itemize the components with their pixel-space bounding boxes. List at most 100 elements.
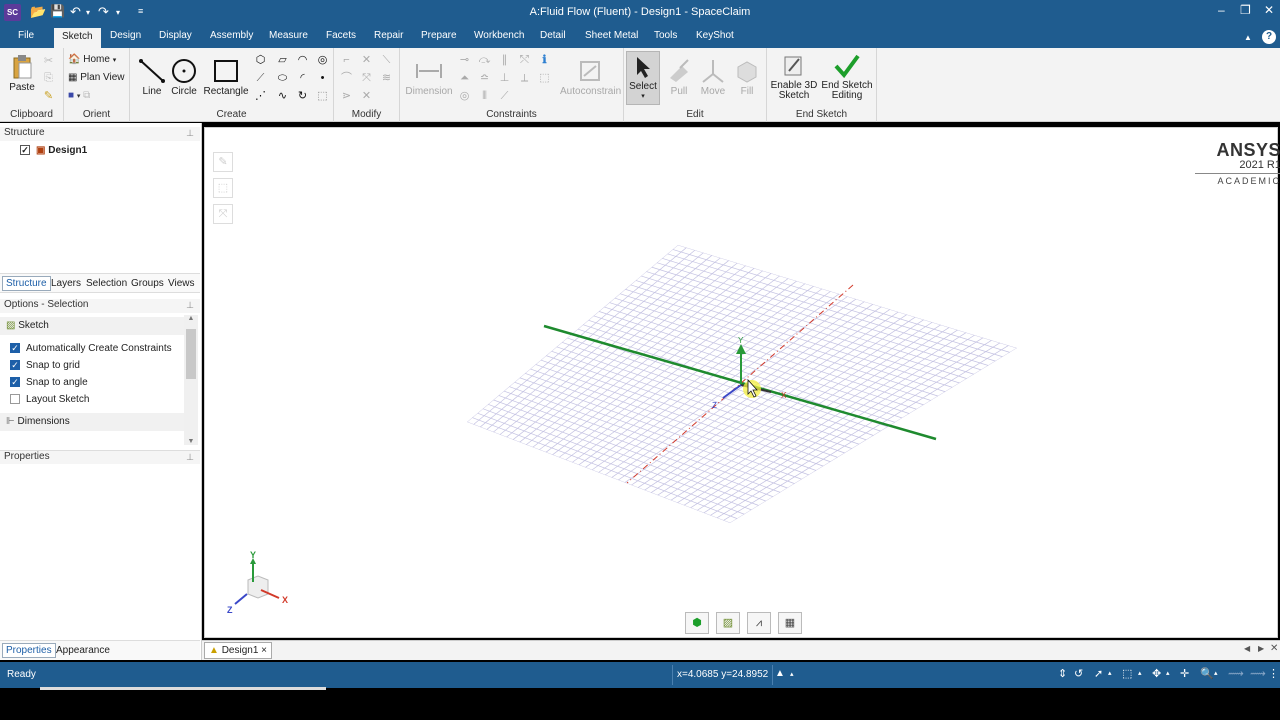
more-tools-icon[interactable]: ⋮ <box>1268 667 1279 680</box>
create-corner-icon[interactable]: ⌐ <box>340 54 353 67</box>
solid-view-icon[interactable]: ⬢ <box>685 612 709 634</box>
select-mode-icon[interactable]: ➚ <box>1094 667 1103 680</box>
split-curve-icon[interactable]: ⟍ <box>380 54 393 67</box>
next-view-icon[interactable]: ⟿ <box>1250 667 1266 680</box>
coincident-constraint-icon[interactable]: ⤲ <box>518 54 531 67</box>
dimension-button[interactable]: Dimension <box>404 58 454 97</box>
constraint-info-icon[interactable]: ℹ <box>538 54 551 67</box>
checkbox-checked[interactable]: ✓ <box>10 343 20 354</box>
tab-appearance[interactable]: Appearance <box>56 645 110 656</box>
selection-filter-icon[interactable]: ▲ <box>775 668 785 679</box>
option-auto-constraints[interactable]: ✓ Automatically Create Constraints <box>10 343 172 354</box>
point-icon[interactable]: • <box>316 72 329 85</box>
tab-selection[interactable]: Selection <box>86 278 127 289</box>
offset-curve-icon[interactable]: ≋ <box>380 72 393 85</box>
vertical-constraint-icon[interactable]: ⊥ <box>498 72 511 85</box>
sketch-canvas[interactable]: Y X Z <box>205 128 1279 639</box>
tab-display[interactable]: Display <box>159 30 192 41</box>
tab-properties[interactable]: Properties <box>2 643 56 658</box>
help-icon[interactable]: ? <box>1262 30 1276 44</box>
equal-constraint-icon[interactable]: ≏ <box>478 72 491 85</box>
project-icon[interactable]: ⋗ <box>340 90 353 103</box>
sketch-tool-icon[interactable]: ✎ <box>213 152 233 172</box>
concentric-constraint-icon[interactable]: ◎ <box>458 90 471 103</box>
tab-tools[interactable]: Tools <box>654 30 677 41</box>
line-button[interactable]: Line <box>134 58 170 97</box>
view-dropdown-icon[interactable]: ▾ <box>77 93 81 100</box>
tab-file[interactable]: File <box>18 30 34 41</box>
video-progress-bar[interactable] <box>40 687 326 690</box>
rectangle-button[interactable]: Rectangle <box>202 58 250 97</box>
fill-button[interactable]: Fill <box>732 58 762 97</box>
checkbox-checked[interactable]: ✓ <box>10 360 20 371</box>
select-button[interactable]: Select ▾ <box>626 51 660 105</box>
tangent-line-icon[interactable]: ⟋ <box>254 72 267 85</box>
close-button[interactable]: ✕ <box>1264 3 1274 17</box>
view-cube-button[interactable]: ■ ▾ ⧉ <box>68 90 90 101</box>
circle-button[interactable]: Circle <box>170 58 198 97</box>
tab-facets[interactable]: Facets <box>326 30 356 41</box>
3d-mode-icon[interactable]: ▦ <box>778 612 802 634</box>
pull-button[interactable]: Pull <box>664 58 694 97</box>
pin-icon[interactable]: ⊥ <box>186 300 194 311</box>
spin-icon[interactable]: ⇕ <box>1058 667 1067 680</box>
end-sketch-editing-button[interactable]: End Sketch Editing <box>821 53 873 101</box>
tab-design[interactable]: Design <box>110 30 141 41</box>
face-curve-icon[interactable]: ⬚ <box>316 90 329 103</box>
checkbox-unchecked[interactable] <box>10 394 20 405</box>
scroll-thumb[interactable] <box>186 329 196 379</box>
tab-structure[interactable]: Structure <box>2 276 51 291</box>
horizontal-constraint-icon[interactable]: ⊸ <box>458 54 471 67</box>
tab-keyshot[interactable]: KeyShot <box>696 30 734 41</box>
pin-icon[interactable]: ⊥ <box>186 452 194 463</box>
autoconstrain-button[interactable]: Autoconstrain <box>560 58 621 97</box>
option-snap-to-grid[interactable]: ✓ Snap to grid <box>10 360 80 371</box>
tab-views[interactable]: Views <box>168 278 195 289</box>
tab-layers[interactable]: Layers <box>51 278 81 289</box>
restore-button[interactable]: ❐ <box>1240 3 1251 17</box>
doc-tab-close-icon[interactable]: × <box>261 645 267 656</box>
tangent-arc-icon[interactable]: ◠ <box>296 54 309 67</box>
tree-item-checkbox[interactable]: ✓ <box>20 145 30 156</box>
symmetric-constraint-icon[interactable]: ⬚ <box>538 72 551 85</box>
options-scrollbar[interactable]: ▲ ▼ <box>184 315 198 445</box>
pan-icon[interactable]: ✛ <box>1180 667 1189 680</box>
tab-workbench[interactable]: Workbench <box>474 30 524 41</box>
sketch-mode-icon[interactable]: ▨ <box>716 612 740 634</box>
box-select-dropdown-icon[interactable]: ▴ <box>1138 669 1142 677</box>
graphics-viewport[interactable]: Y X Z ✎ ⬚ ⤧ ANSYS 2021 R1 ACADEMIC Y X Z… <box>204 127 1280 639</box>
tab-assembly[interactable]: Assembly <box>210 30 253 41</box>
select-new-plane-icon[interactable]: ⬚ <box>213 178 233 198</box>
parallel-constraint-icon[interactable]: ∥ <box>498 54 511 67</box>
tab-prepare[interactable]: Prepare <box>421 30 457 41</box>
collapse-ribbon-icon[interactable]: ▲ <box>1244 33 1252 42</box>
move-grid-icon[interactable]: ⤧ <box>213 204 233 224</box>
format-painter-icon[interactable]: ✎ <box>42 90 55 103</box>
previous-view-icon[interactable]: ⟿ <box>1228 667 1244 680</box>
option-snap-to-angle[interactable]: ✓ Snap to angle <box>10 377 88 388</box>
paste-button[interactable]: Paste <box>6 54 38 93</box>
polygon-icon[interactable]: ⬡ <box>254 54 267 67</box>
dimensions-section[interactable]: ⊩ Dimensions <box>0 413 184 431</box>
tab-detail[interactable]: Detail <box>540 30 566 41</box>
tab-repair[interactable]: Repair <box>374 30 403 41</box>
trim-away-icon[interactable]: ✕ <box>360 54 373 67</box>
checkbox-checked[interactable]: ✓ <box>10 377 20 388</box>
fixed-constraint-icon[interactable]: ⏶ <box>458 72 471 85</box>
box-select-icon[interactable]: ⬚ <box>1122 667 1132 680</box>
tab-scroll-left-icon[interactable]: ◀ <box>1244 644 1250 653</box>
home-dropdown-icon[interactable]: ▾ <box>113 57 117 64</box>
create-rounded-corner-icon[interactable]: ⌒ <box>340 72 353 85</box>
zoom-dropdown-icon[interactable]: ▴ <box>1214 669 1218 677</box>
tab-groups[interactable]: Groups <box>131 278 164 289</box>
collinear-constraint-icon[interactable]: ⟋ <box>498 90 511 103</box>
tab-sheet-metal[interactable]: Sheet Metal <box>585 30 638 41</box>
rotate-icon[interactable]: ↺ <box>1074 667 1083 680</box>
scroll-down-icon[interactable]: ▼ <box>184 438 198 445</box>
sweep-arc-icon[interactable]: ◜ <box>296 72 309 85</box>
tab-sketch[interactable]: Sketch <box>54 28 101 48</box>
sketch-options-section[interactable]: ▨ Sketch <box>0 317 184 335</box>
minimize-button[interactable]: – <box>1218 3 1225 17</box>
tree-item-design1[interactable]: ✓ ▣ Design1 <box>20 145 87 156</box>
bend-icon[interactable]: ✕ <box>360 90 373 103</box>
